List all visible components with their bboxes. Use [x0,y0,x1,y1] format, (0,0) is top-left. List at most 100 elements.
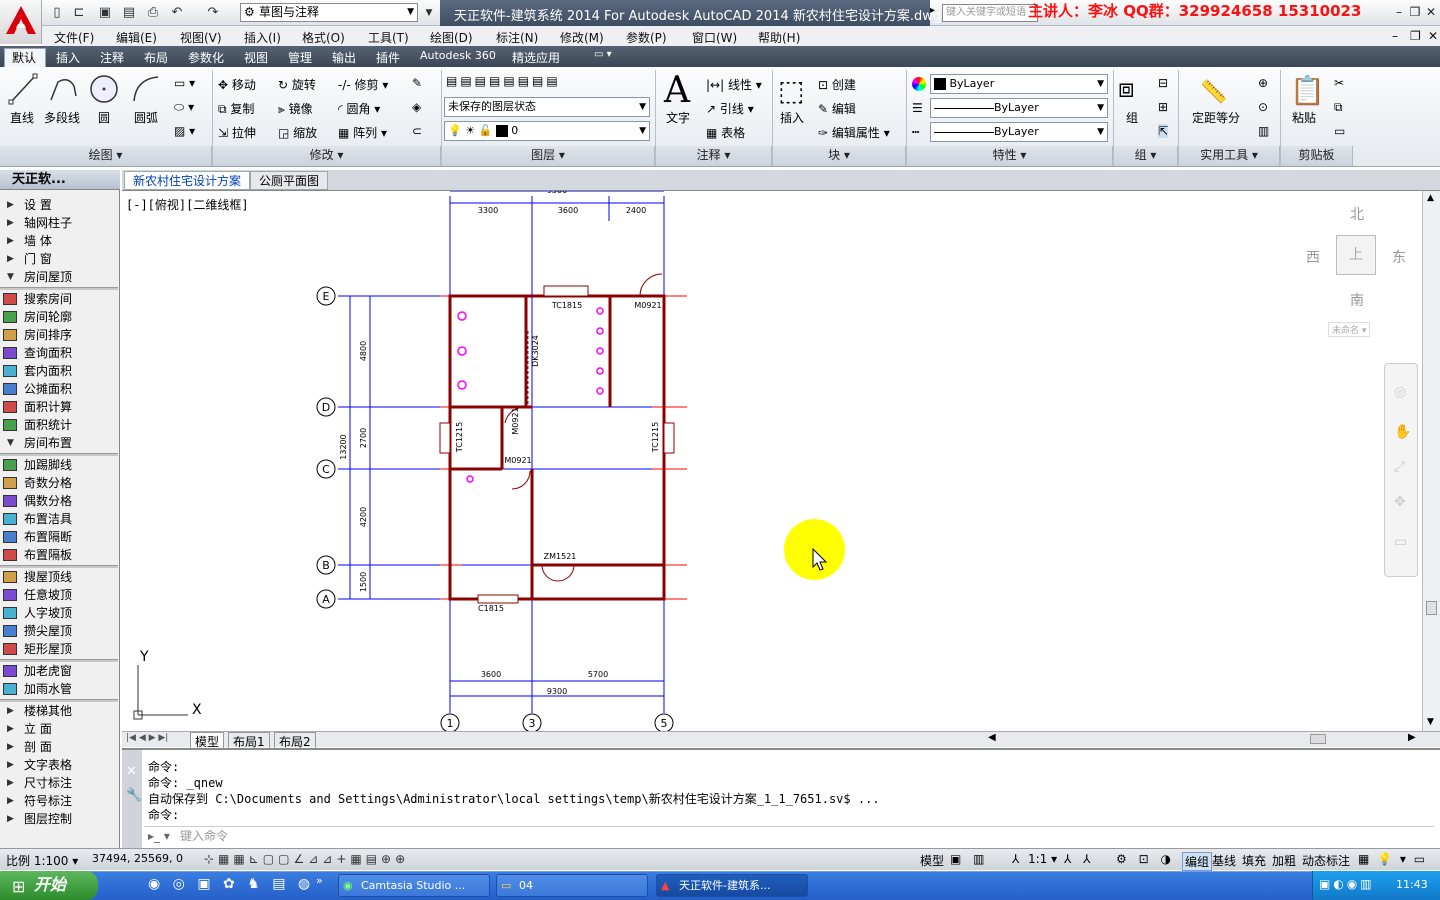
task-camtasia[interactable]: ◉ Camtasia Studio ... [338,874,490,897]
quick-access-dropdown-icon[interactable]: ▼ [420,4,438,22]
array-button[interactable]: ▦ 阵列 ▾ [338,124,387,141]
menu-insert[interactable]: 插入(I) [244,29,281,46]
leader-button[interactable]: ↗ 引线 ▾ [706,100,754,117]
search-input[interactable]: 键入关键字或短语 [942,4,1038,22]
trim-button[interactable]: -/- 修剪 ▾ [338,76,388,93]
line-button[interactable]: 直线 [10,109,34,126]
doc-close-icon[interactable]: ✕ [1428,29,1438,43]
new-file-icon[interactable]: ▯ [48,4,66,22]
save-as-icon[interactable]: ▤ [120,4,138,22]
ellipse-icon[interactable]: ⬭ ▾ [174,100,194,115]
group-panel-footer[interactable]: 组 ▾ [1114,146,1178,166]
drafting-toggle-icons[interactable]: ⊹▦▦⊾▢▢∠⊿⊿+▦▤⊕⊕ [204,852,409,866]
explode-icon[interactable]: ◈ [412,100,421,114]
paste-button[interactable]: 粘贴 [1292,109,1316,126]
table-button[interactable]: ▦ 表格 [706,124,745,141]
tab-view[interactable]: 视图 [244,49,268,66]
viewcube-top-face[interactable]: 上 [1336,235,1376,275]
viewcube-north[interactable]: 北 [1350,204,1364,224]
palette-item[interactable]: 搜屋顶线 [0,568,118,586]
pan-icon[interactable]: ✋ [1394,424,1411,440]
copy-clip-icon[interactable]: ⧉ [1334,100,1343,115]
hatch-icon[interactable]: ▨ ▾ [174,124,195,138]
linetype-dropdown[interactable]: ByLayer ▼ [930,122,1108,142]
ribbon-minimize-icon[interactable]: ▭ ▾ [594,49,612,60]
palette-item[interactable]: ▼ 房间屋顶 [0,268,118,286]
insert-button[interactable]: 插入 [780,109,804,126]
palette-item[interactable]: 布置隔断 [0,528,118,546]
annotation-scale-icon[interactable]: ⅄ [1012,852,1019,866]
palette-item[interactable]: 搜索房间 [0,290,118,308]
group-button[interactable]: 组 [1126,109,1138,126]
vertical-scrollbar[interactable]: ▲ ▼ [1422,191,1440,731]
move-button[interactable]: ✥ 移动 [218,76,256,93]
tab-annotate[interactable]: 注释 [100,49,124,66]
status-toggle-group[interactable]: 编组 [1182,852,1213,871]
palette-item[interactable]: ▶ 图层控制 [0,810,118,828]
palette-item[interactable]: 公摊面积 [0,380,118,398]
lineweight-dropdown[interactable]: ByLayer ▼ [930,98,1108,118]
palette-item[interactable]: ▶ 符号标注 [0,792,118,810]
scale-dropdown[interactable]: 比例 1:100 ▾ [6,852,78,869]
palette-item[interactable]: ▶ 尺寸标注 [0,774,118,792]
palette-item[interactable]: 加踢脚线 [0,456,118,474]
steering-wheel-icon[interactable]: ◎ [1394,384,1406,400]
text-button[interactable]: 文字 [666,109,690,126]
properties-panel-footer[interactable]: 特性 ▾ [907,146,1113,166]
palette-item[interactable]: 加老虎窗 [0,662,118,680]
tab-default[interactable]: 默认 [12,49,36,66]
menu-tools[interactable]: 工具(T) [368,29,409,46]
polyline-button[interactable]: 多段线 [44,109,80,126]
annotation-panel-footer[interactable]: 注释 ▾ [656,146,772,166]
layout-view-icons[interactable]: ▣ ▥ [950,852,989,866]
stretch-button[interactable]: ⇲ 拉伸 [218,124,256,141]
hscroll-right-icon[interactable]: ▶ [1408,732,1416,743]
palette-item[interactable]: 布置洁具 [0,510,118,528]
close-icon[interactable]: ✕ [126,764,137,779]
status-toggle-bold[interactable]: 加粗 [1272,852,1296,869]
modify-panel-footer[interactable]: 修改 ▾ [213,146,441,166]
palette-item[interactable]: 面积统计 [0,416,118,434]
close-icon[interactable]: ✕ [1424,5,1438,19]
palette-item[interactable]: 矩形屋顶 [0,640,118,658]
tab-autodesk360[interactable]: Autodesk 360 [420,49,496,62]
viewcube-south[interactable]: 南 [1350,290,1364,310]
color-dropdown[interactable]: ByLayer ▼ [930,74,1108,94]
application-menu-button[interactable] [0,0,42,44]
palette-item[interactable]: 房间排序 [0,326,118,344]
palette-item[interactable]: 加雨水管 [0,680,118,698]
showmotion-icon[interactable]: ▭ [1394,534,1407,550]
menu-edit[interactable]: 编辑(E) [116,29,157,46]
hscroll-left-icon[interactable]: ◀ [988,732,996,743]
scroll-up-icon[interactable]: ▲ [1427,193,1434,203]
menu-view[interactable]: 视图(V) [180,29,222,46]
create-block-button[interactable]: ⊡ 创建 [818,76,856,93]
layout-nav-icons[interactable]: |◀ ◀ ▶ ▶| [126,733,168,743]
linear-dim-button[interactable]: |↔| 线性 ▾ [706,76,762,93]
quick-launch-icons[interactable]: ◉ ◎ ▣ ✿ ♞ ▤ ◍ [148,876,314,892]
circle-button[interactable]: 圆 [98,109,110,126]
wcs-menu[interactable]: 未命名 ▾ [1328,322,1371,337]
status-toggle-baseline[interactable]: 基线 [1212,852,1236,869]
orbit-icon[interactable]: ✥ [1394,494,1406,510]
palette-item[interactable]: 套内面积 [0,362,118,380]
edit-block-button[interactable]: ✎ 编辑 [818,100,856,117]
tray-icons[interactable]: ▣◐◉▥ [1319,877,1375,891]
match-prop-icon[interactable]: ▭ [1334,124,1345,138]
utilities-panel-footer[interactable]: 实用工具 ▾ [1179,146,1280,166]
palette-item[interactable]: ▶ 轴网柱子 [0,214,118,232]
palette-item[interactable]: 攒尖屋顶 [0,622,118,640]
redo-icon[interactable]: ↷ [204,4,222,22]
draw-panel-footer[interactable]: 绘图 ▾ [0,146,212,166]
layer-state-dropdown[interactable]: 未保存的图层状态 ▼ [444,97,650,117]
arc-button[interactable]: 圆弧 [134,109,158,126]
open-file-icon[interactable]: ⊏ [70,4,88,22]
tab-layout[interactable]: 布局 [144,49,168,66]
doc-tab-active[interactable]: 新农村住宅设计方案 [124,171,251,190]
palette-item[interactable]: 人字坡顶 [0,604,118,622]
drawing-canvas[interactable]: [-][俯视][二维线框] E D C B A 1 3 5 3300 3600 … [122,191,1422,731]
scroll-thumb[interactable] [1426,601,1437,615]
hscroll-thumb[interactable] [1310,734,1326,744]
calculator-icon[interactable]: ▥ [1258,124,1269,138]
palette-item[interactable]: ▶ 楼梯其他 [0,702,118,720]
